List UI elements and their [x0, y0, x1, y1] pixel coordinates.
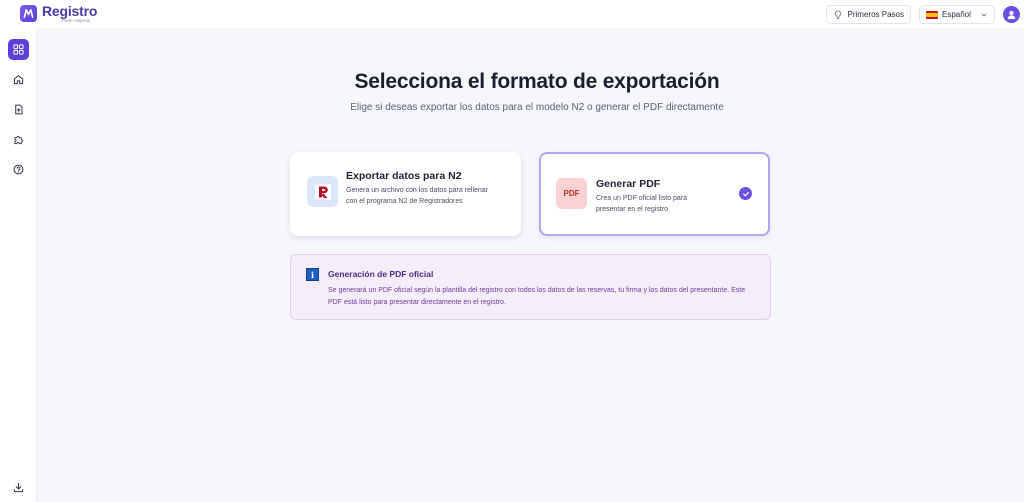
- spain-flag-icon: [926, 10, 938, 19]
- main-content: Selecciona el formato de exportación Eli…: [37, 28, 1024, 502]
- selected-check-icon: [739, 187, 752, 200]
- export-n2-title: Exportar datos para N2: [346, 170, 462, 182]
- pdf-file-icon: PDF: [556, 178, 587, 209]
- user-avatar[interactable]: [1003, 6, 1020, 23]
- app-tagline: Parte Viajeros: [62, 18, 91, 23]
- top-bar: Registro Parte Viajeros Primeros Pasos E…: [0, 0, 1024, 28]
- sidebar-item-integrations[interactable]: [8, 129, 29, 150]
- lightbulb-icon: [834, 10, 841, 19]
- first-steps-label: Primeros Pasos: [847, 10, 904, 19]
- home-icon: [13, 75, 24, 85]
- info-icon: i: [306, 268, 319, 281]
- info-title: Generación de PDF oficial: [328, 269, 434, 279]
- app-name: Registro: [42, 3, 98, 19]
- sidebar-item-documents[interactable]: [8, 99, 29, 120]
- grid-icon: [13, 44, 24, 55]
- registradores-logo-icon: [307, 176, 338, 207]
- generate-pdf-title: Generar PDF: [596, 178, 661, 190]
- first-steps-button[interactable]: Primeros Pasos: [825, 5, 911, 24]
- info-panel: i Generación de PDF oficial Se generará …: [290, 254, 771, 320]
- language-label: Español: [942, 10, 971, 19]
- app-logo[interactable]: Registro Parte Viajeros: [20, 4, 97, 24]
- page-subtitle: Elige si deseas exportar los datos para …: [350, 102, 724, 113]
- sidebar-item-home[interactable]: [8, 69, 29, 90]
- sidebar-item-download[interactable]: [8, 477, 29, 498]
- sidebar-item-dashboard[interactable]: [8, 39, 29, 60]
- help-icon: [13, 164, 24, 175]
- sidebar: [0, 28, 37, 502]
- info-text: Se generará un PDF oficial según la plan…: [328, 287, 746, 306]
- chevron-down-icon: [981, 13, 987, 16]
- sidebar-item-help[interactable]: [8, 159, 29, 180]
- document-upload-icon: [15, 104, 23, 115]
- puzzle-icon: [14, 136, 23, 145]
- logo-icon: [20, 5, 37, 23]
- export-n2-option[interactable]: Exportar datos para N2 Genera un archivo…: [290, 152, 521, 236]
- download-icon: [13, 482, 24, 493]
- generate-pdf-description: Crea un PDF oficial listo para presentar…: [596, 195, 688, 213]
- page-title: Selecciona el formato de exportación: [354, 70, 720, 93]
- generate-pdf-option[interactable]: PDF Generar PDF Crea un PDF oficial list…: [539, 152, 770, 236]
- language-select[interactable]: Español: [919, 5, 995, 24]
- user-icon: [1007, 10, 1016, 20]
- export-n2-description: Genera un archivo con los datos para rel…: [346, 187, 489, 205]
